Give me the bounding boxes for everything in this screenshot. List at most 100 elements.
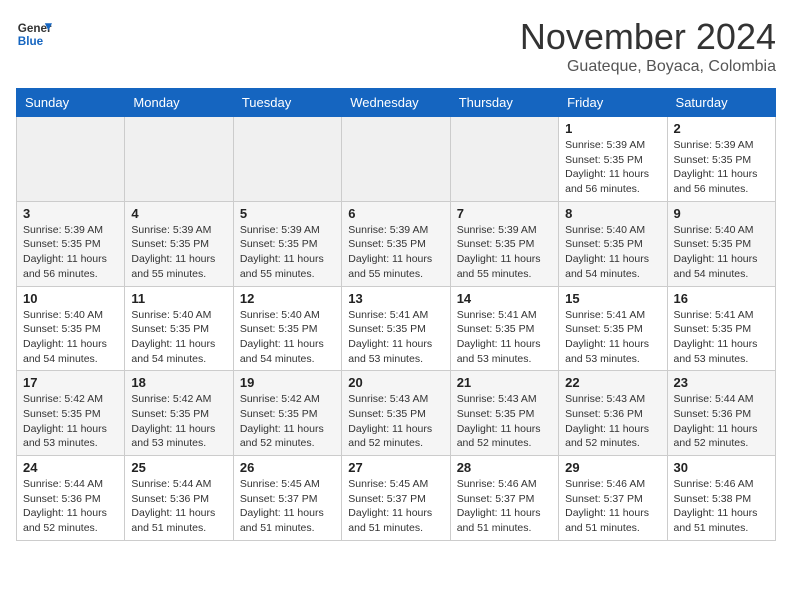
day-number: 24	[23, 460, 118, 475]
calendar-cell: 19 Sunrise: 5:42 AMSunset: 5:35 PMDayligh…	[233, 371, 341, 456]
calendar-cell: 10 Sunrise: 5:40 AMSunset: 5:35 PMDayligh…	[17, 286, 125, 371]
day-info: Sunrise: 5:40 AMSunset: 5:35 PMDaylight:…	[240, 308, 335, 367]
day-info: Sunrise: 5:43 AMSunset: 5:35 PMDaylight:…	[457, 392, 552, 451]
weekday-header-thursday: Thursday	[450, 89, 558, 117]
day-info: Sunrise: 5:45 AMSunset: 5:37 PMDaylight:…	[240, 477, 335, 536]
day-number: 27	[348, 460, 443, 475]
calendar-cell: 21 Sunrise: 5:43 AMSunset: 5:35 PMDayligh…	[450, 371, 558, 456]
calendar-table: SundayMondayTuesdayWednesdayThursdayFrid…	[16, 88, 776, 541]
day-info: Sunrise: 5:41 AMSunset: 5:35 PMDaylight:…	[457, 308, 552, 367]
day-info: Sunrise: 5:44 AMSunset: 5:36 PMDaylight:…	[131, 477, 226, 536]
weekday-header-friday: Friday	[559, 89, 667, 117]
day-info: Sunrise: 5:40 AMSunset: 5:35 PMDaylight:…	[674, 223, 769, 282]
location-title: Guateque, Boyaca, Colombia	[520, 58, 776, 76]
day-number: 28	[457, 460, 552, 475]
day-info: Sunrise: 5:39 AMSunset: 5:35 PMDaylight:…	[240, 223, 335, 282]
calendar-cell	[17, 117, 125, 202]
calendar-cell: 9Sunrise: 5:40 AMSunset: 5:35 PMDaylight…	[667, 201, 775, 286]
day-info: Sunrise: 5:43 AMSunset: 5:35 PMDaylight:…	[348, 392, 443, 451]
day-number: 11	[131, 291, 226, 306]
day-info: Sunrise: 5:40 AMSunset: 5:35 PMDaylight:…	[131, 308, 226, 367]
day-number: 3	[23, 206, 118, 221]
day-info: Sunrise: 5:39 AMSunset: 5:35 PMDaylight:…	[23, 223, 118, 282]
calendar-cell	[342, 117, 450, 202]
calendar-week-row: 1 Sunrise: 5:39 AMSunset: 5:35 PMDaylight…	[17, 117, 776, 202]
calendar-cell: 4 Sunrise: 5:39 AMSunset: 5:35 PMDaylight…	[125, 201, 233, 286]
calendar-cell: 22Sunrise: 5:43 AMSunset: 5:36 PMDayligh…	[559, 371, 667, 456]
calendar-cell: 27Sunrise: 5:45 AMSunset: 5:37 PMDayligh…	[342, 456, 450, 541]
day-info: Sunrise: 5:39 AMSunset: 5:35 PMDaylight:…	[674, 138, 769, 197]
weekday-header-sunday: Sunday	[17, 89, 125, 117]
day-info: Sunrise: 5:42 AMSunset: 5:35 PMDaylight:…	[240, 392, 335, 451]
day-info: Sunrise: 5:39 AMSunset: 5:35 PMDaylight:…	[565, 138, 660, 197]
calendar-cell: 30Sunrise: 5:46 AMSunset: 5:38 PMDayligh…	[667, 456, 775, 541]
weekday-header-monday: Monday	[125, 89, 233, 117]
day-number: 21	[457, 375, 552, 390]
calendar-cell: 2 Sunrise: 5:39 AMSunset: 5:35 PMDaylight…	[667, 117, 775, 202]
calendar-cell: 3 Sunrise: 5:39 AMSunset: 5:35 PMDaylight…	[17, 201, 125, 286]
calendar-cell	[233, 117, 341, 202]
day-info: Sunrise: 5:40 AMSunset: 5:35 PMDaylight:…	[565, 223, 660, 282]
calendar-cell: 23 Sunrise: 5:44 AMSunset: 5:36 PMDayligh…	[667, 371, 775, 456]
day-number: 12	[240, 291, 335, 306]
day-info: Sunrise: 5:41 AMSunset: 5:35 PMDaylight:…	[348, 308, 443, 367]
day-number: 23	[674, 375, 769, 390]
day-number: 8	[565, 206, 660, 221]
day-number: 17	[23, 375, 118, 390]
calendar-week-row: 3 Sunrise: 5:39 AMSunset: 5:35 PMDaylight…	[17, 201, 776, 286]
calendar-cell: 29Sunrise: 5:46 AMSunset: 5:37 PMDayligh…	[559, 456, 667, 541]
day-info: Sunrise: 5:46 AMSunset: 5:37 PMDaylight:…	[565, 477, 660, 536]
day-number: 16	[674, 291, 769, 306]
day-number: 20	[348, 375, 443, 390]
day-info: Sunrise: 5:43 AMSunset: 5:36 PMDaylight:…	[565, 392, 660, 451]
calendar-cell: 28Sunrise: 5:46 AMSunset: 5:37 PMDayligh…	[450, 456, 558, 541]
weekday-header-saturday: Saturday	[667, 89, 775, 117]
day-number: 25	[131, 460, 226, 475]
calendar-cell: 16Sunrise: 5:41 AMSunset: 5:35 PMDayligh…	[667, 286, 775, 371]
day-info: Sunrise: 5:42 AMSunset: 5:35 PMDaylight:…	[131, 392, 226, 451]
calendar-cell: 8 Sunrise: 5:40 AMSunset: 5:35 PMDaylight…	[559, 201, 667, 286]
day-number: 2	[674, 121, 769, 136]
calendar-cell: 5 Sunrise: 5:39 AMSunset: 5:35 PMDaylight…	[233, 201, 341, 286]
day-number: 15	[565, 291, 660, 306]
day-info: Sunrise: 5:40 AMSunset: 5:35 PMDaylight:…	[23, 308, 118, 367]
month-title: November 2024	[520, 16, 776, 58]
calendar-cell: 6Sunrise: 5:39 AMSunset: 5:35 PMDaylight…	[342, 201, 450, 286]
day-info: Sunrise: 5:39 AMSunset: 5:35 PMDaylight:…	[348, 223, 443, 282]
weekday-header-tuesday: Tuesday	[233, 89, 341, 117]
svg-text:Blue: Blue	[18, 35, 44, 48]
day-info: Sunrise: 5:41 AMSunset: 5:35 PMDaylight:…	[565, 308, 660, 367]
day-number: 10	[23, 291, 118, 306]
day-info: Sunrise: 5:44 AMSunset: 5:36 PMDaylight:…	[674, 392, 769, 451]
calendar-cell: 25 Sunrise: 5:44 AMSunset: 5:36 PMDayligh…	[125, 456, 233, 541]
calendar-cell: 11 Sunrise: 5:40 AMSunset: 5:35 PMDayligh…	[125, 286, 233, 371]
day-number: 18	[131, 375, 226, 390]
title-block: November 2024 Guateque, Boyaca, Colombia	[520, 16, 776, 76]
calendar-week-row: 24 Sunrise: 5:44 AMSunset: 5:36 PMDayligh…	[17, 456, 776, 541]
day-number: 14	[457, 291, 552, 306]
day-number: 30	[674, 460, 769, 475]
calendar-cell: 17 Sunrise: 5:42 AMSunset: 5:35 PMDayligh…	[17, 371, 125, 456]
day-number: 13	[348, 291, 443, 306]
calendar-week-row: 10 Sunrise: 5:40 AMSunset: 5:35 PMDayligh…	[17, 286, 776, 371]
day-number: 19	[240, 375, 335, 390]
calendar-cell: 12 Sunrise: 5:40 AMSunset: 5:35 PMDayligh…	[233, 286, 341, 371]
calendar-cell: 1 Sunrise: 5:39 AMSunset: 5:35 PMDaylight…	[559, 117, 667, 202]
calendar-cell: 20 Sunrise: 5:43 AMSunset: 5:35 PMDayligh…	[342, 371, 450, 456]
calendar-header-row: SundayMondayTuesdayWednesdayThursdayFrid…	[17, 89, 776, 117]
calendar-cell: 15 Sunrise: 5:41 AMSunset: 5:35 PMDayligh…	[559, 286, 667, 371]
page-header: General Blue November 2024 Guateque, Boy…	[16, 16, 776, 76]
calendar-cell: 18 Sunrise: 5:42 AMSunset: 5:35 PMDayligh…	[125, 371, 233, 456]
calendar-cell: 24Sunrise: 5:44 AMSunset: 5:36 PMDayligh…	[17, 456, 125, 541]
day-number: 7	[457, 206, 552, 221]
day-number: 4	[131, 206, 226, 221]
calendar-cell: 7Sunrise: 5:39 AMSunset: 5:35 PMDaylight…	[450, 201, 558, 286]
calendar-cell	[125, 117, 233, 202]
day-info: Sunrise: 5:39 AMSunset: 5:35 PMDaylight:…	[131, 223, 226, 282]
day-number: 1	[565, 121, 660, 136]
calendar-cell: 26Sunrise: 5:45 AMSunset: 5:37 PMDayligh…	[233, 456, 341, 541]
day-number: 5	[240, 206, 335, 221]
day-info: Sunrise: 5:42 AMSunset: 5:35 PMDaylight:…	[23, 392, 118, 451]
calendar-week-row: 17 Sunrise: 5:42 AMSunset: 5:35 PMDayligh…	[17, 371, 776, 456]
calendar-cell: 14 Sunrise: 5:41 AMSunset: 5:35 PMDayligh…	[450, 286, 558, 371]
